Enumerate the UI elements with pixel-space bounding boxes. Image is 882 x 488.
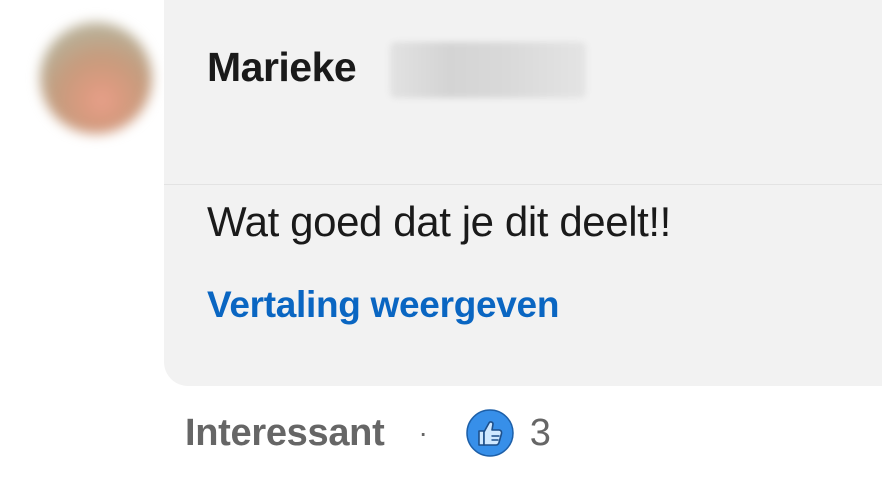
redacted-surname <box>390 42 586 98</box>
comment-container: Marieke Wat goed dat je dit deelt!! Vert… <box>0 0 882 488</box>
react-button[interactable]: Interessant <box>185 412 385 455</box>
reaction-count[interactable]: 3 <box>530 412 551 455</box>
comment-bubble: Marieke Wat goed dat je dit deelt!! Vert… <box>164 0 882 386</box>
separator-dot: · <box>418 417 428 448</box>
avatar[interactable] <box>40 22 152 134</box>
show-translation-link[interactable]: Vertaling weergeven <box>207 284 559 326</box>
comment-actions: Interessant · 3 <box>185 408 551 458</box>
author-name[interactable]: Marieke <box>207 44 357 91</box>
comment-text: Wat goed dat je dit deelt!! <box>207 198 671 245</box>
like-icon[interactable] <box>466 409 514 457</box>
comment-header: Marieke <box>164 0 882 185</box>
